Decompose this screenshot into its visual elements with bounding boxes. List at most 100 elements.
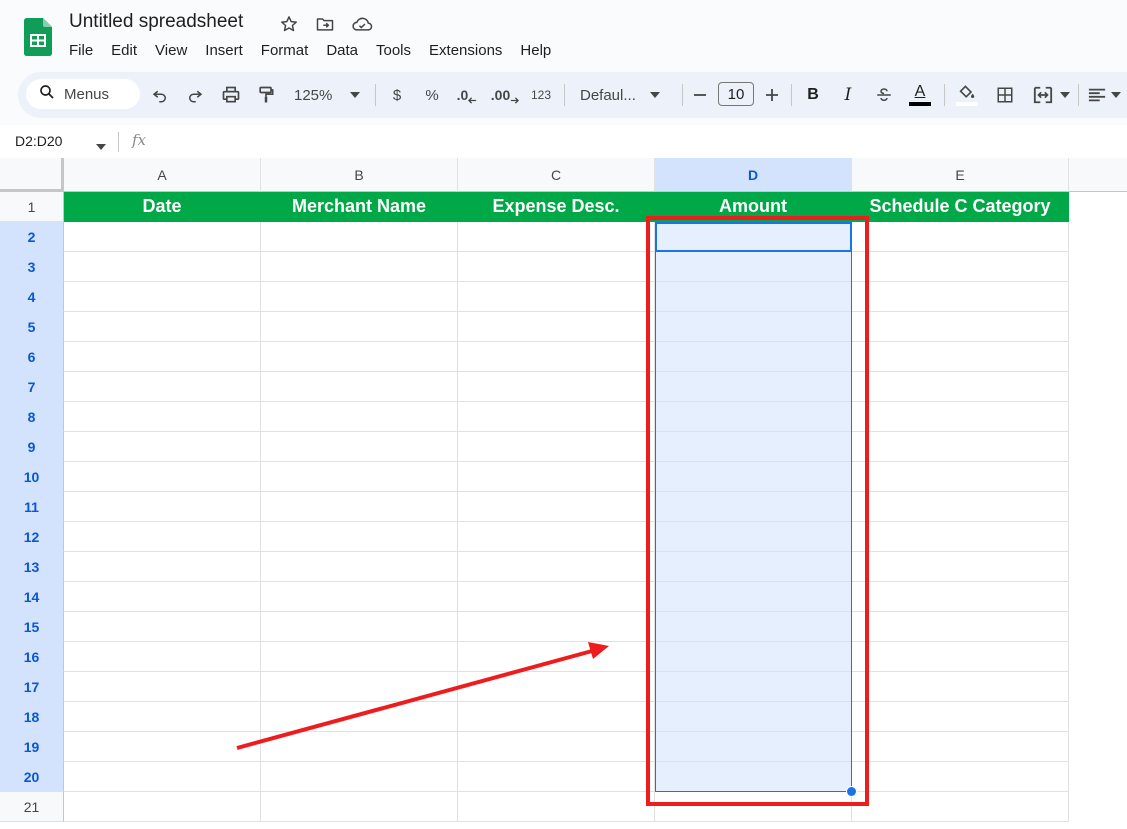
cell-b8[interactable] [261,402,458,432]
cell-d20[interactable] [655,762,852,792]
sheets-logo-icon[interactable] [24,18,52,56]
cell-a4[interactable] [64,282,261,312]
decrease-decimal-button[interactable]: .0 [452,72,482,118]
menu-extensions[interactable]: Extensions [420,40,511,62]
italic-button[interactable]: I [835,72,861,118]
borders-icon[interactable] [991,72,1019,118]
cell-d7[interactable] [655,372,852,402]
cell-a12[interactable] [64,522,261,552]
font-size-input[interactable]: 10 [718,82,754,106]
column-header-b[interactable]: B [261,158,458,192]
menu-format[interactable]: Format [252,40,318,62]
fill-handle[interactable] [846,786,857,797]
cell-c7[interactable] [458,372,655,402]
menu-view[interactable]: View [146,40,196,62]
row-header-11[interactable]: 11 [0,492,64,522]
cell-b18[interactable] [261,702,458,732]
row-header-3[interactable]: 3 [0,252,64,282]
row-header-12[interactable]: 12 [0,522,64,552]
cell-e4[interactable] [852,282,1069,312]
undo-icon[interactable] [146,72,174,118]
cell-d18[interactable] [655,702,852,732]
menu-tools[interactable]: Tools [367,40,420,62]
decrease-font-size-icon[interactable] [688,72,712,118]
cell-d6[interactable] [655,342,852,372]
column-header-a[interactable]: A [64,158,261,192]
cell-b6[interactable] [261,342,458,372]
cell-d3[interactable] [655,252,852,282]
font-select[interactable]: Defaul... [574,72,674,118]
cell-d19[interactable] [655,732,852,762]
cell-b11[interactable] [261,492,458,522]
menu-file[interactable]: File [60,40,102,62]
cell-a18[interactable] [64,702,261,732]
cell-a11[interactable] [64,492,261,522]
cell-e20[interactable] [852,762,1069,792]
cell-c8[interactable] [458,402,655,432]
zoom-select[interactable]: 125% [288,72,368,118]
cell-c18[interactable] [458,702,655,732]
cell-c16[interactable] [458,642,655,672]
cell-d9[interactable] [655,432,852,462]
cell-d14[interactable] [655,582,852,612]
cell-d17[interactable] [655,672,852,702]
cell-b2[interactable] [261,222,458,252]
cloud-saved-icon[interactable] [351,13,373,35]
row-header-4[interactable]: 4 [0,282,64,312]
cell-a14[interactable] [64,582,261,612]
cell-a2[interactable] [64,222,261,252]
print-icon[interactable] [217,72,245,118]
row-header-20[interactable]: 20 [0,762,64,792]
cell-a5[interactable] [64,312,261,342]
cell-c19[interactable] [458,732,655,762]
cell-c20[interactable] [458,762,655,792]
cell-b14[interactable] [261,582,458,612]
row-header-19[interactable]: 19 [0,732,64,762]
cell-c12[interactable] [458,522,655,552]
cell-a10[interactable] [64,462,261,492]
cell-e1[interactable]: Schedule C Category [852,192,1069,222]
cell-a1[interactable]: Date [64,192,261,222]
currency-format-button[interactable]: $ [384,72,410,118]
cell-a6[interactable] [64,342,261,372]
cell-d15[interactable] [655,612,852,642]
move-folder-icon[interactable] [314,13,336,35]
cell-c2[interactable] [458,222,655,252]
percent-format-button[interactable]: % [419,72,445,118]
cell-e16[interactable] [852,642,1069,672]
row-header-1[interactable]: 1 [0,192,64,222]
cell-a8[interactable] [64,402,261,432]
row-header-16[interactable]: 16 [0,642,64,672]
cell-e2[interactable] [852,222,1069,252]
cell-a13[interactable] [64,552,261,582]
select-all-corner[interactable] [0,158,64,192]
cell-e5[interactable] [852,312,1069,342]
cell-b3[interactable] [261,252,458,282]
column-header-d[interactable]: D [655,158,852,192]
name-box[interactable]: D2:D20 [15,133,62,149]
cell-b4[interactable] [261,282,458,312]
cell-a15[interactable] [64,612,261,642]
cell-c4[interactable] [458,282,655,312]
cell-e19[interactable] [852,732,1069,762]
cell-c1[interactable]: Expense Desc. [458,192,655,222]
cell-d21[interactable] [655,792,852,822]
row-header-18[interactable]: 18 [0,702,64,732]
cell-c17[interactable] [458,672,655,702]
cell-d12[interactable] [655,522,852,552]
redo-icon[interactable] [181,72,209,118]
cell-c13[interactable] [458,552,655,582]
cell-e8[interactable] [852,402,1069,432]
cell-e10[interactable] [852,462,1069,492]
row-header-17[interactable]: 17 [0,672,64,702]
row-header-13[interactable]: 13 [0,552,64,582]
menu-edit[interactable]: Edit [102,40,146,62]
row-header-7[interactable]: 7 [0,372,64,402]
row-header-10[interactable]: 10 [0,462,64,492]
cell-c3[interactable] [458,252,655,282]
column-header-c[interactable]: C [458,158,655,192]
row-header-9[interactable]: 9 [0,432,64,462]
cell-e12[interactable] [852,522,1069,552]
cell-c11[interactable] [458,492,655,522]
cell-d2[interactable] [655,222,852,252]
